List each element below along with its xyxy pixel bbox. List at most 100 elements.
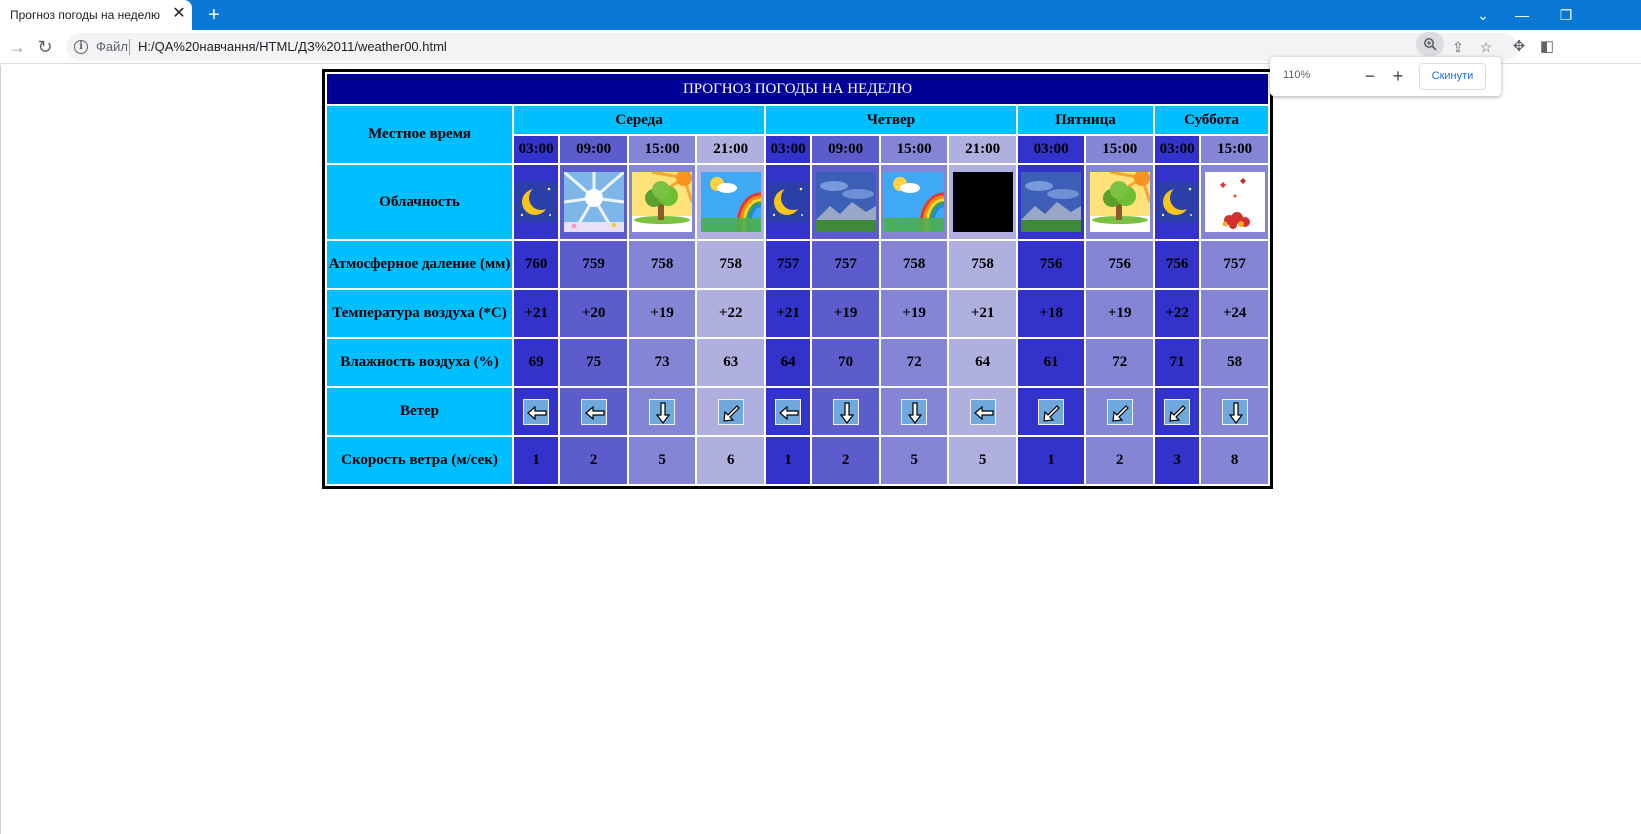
rainbow-icon [884, 172, 945, 232]
wind-speed-cell: 2 [560, 437, 627, 484]
time-cell: 15:00 [1086, 136, 1153, 163]
zoom-reset-button[interactable]: Скинути [1419, 63, 1486, 90]
tab-close-icon[interactable]: ✕ [170, 5, 188, 23]
table-caption: ПРОГНОЗ ПОГОДЫ НА НЕДЕЛЮ [327, 74, 1268, 104]
temperature-cell: +21 [514, 290, 559, 337]
zoom-popup: 110% − + Скинути [1270, 57, 1501, 96]
time-cell: 03:00 [514, 136, 559, 163]
moon-icon [1157, 182, 1198, 222]
time-cell: 03:00 [1017, 136, 1085, 163]
humidity-cell: 63 [697, 339, 764, 386]
wind-speed-cell: 2 [812, 437, 879, 484]
mountain-sky-icon [815, 172, 876, 232]
arrow-down-left-icon [717, 398, 744, 425]
side-panel-icon[interactable]: ◧ [1535, 36, 1559, 58]
time-cell: 15:00 [880, 136, 948, 163]
temperature-cell: +21 [765, 290, 811, 337]
row-label-temperature: Температура воздуха (*C) [327, 290, 512, 337]
wind-cell [880, 388, 948, 435]
row-label-wind: Ветер [327, 388, 512, 435]
temperature-cell: +22 [1154, 290, 1200, 337]
pressure-cell: 757 [812, 241, 879, 288]
time-cell: 09:00 [560, 136, 627, 163]
time-cell: 21:00 [697, 136, 764, 163]
humidity-cell: 70 [812, 339, 879, 386]
humidity-cell: 61 [1017, 339, 1085, 386]
day-header: Четвер [765, 106, 1016, 134]
minimize-icon[interactable]: — [1510, 4, 1534, 26]
time-cell: 03:00 [1154, 136, 1200, 163]
share-icon[interactable]: ⇪ [1447, 37, 1469, 57]
wind-cell [1086, 388, 1153, 435]
tab-search-icon[interactable]: ⌄ [1471, 4, 1495, 26]
mountain-sky-icon [1021, 172, 1082, 232]
zoom-icon[interactable] [1416, 32, 1444, 56]
cloud-cell [765, 165, 811, 239]
humidity-cell: 58 [1201, 339, 1268, 386]
sunburst-icon [563, 172, 624, 232]
bookmark-star-icon[interactable]: ☆ [1475, 37, 1497, 57]
temperature-cell: +22 [697, 290, 764, 337]
file-label: Файл [96, 39, 128, 54]
weather-table: ПРОГНОЗ ПОГОДЫ НА НЕДЕЛЮ Местное время С… [322, 69, 1273, 489]
temperature-cell: +18 [1017, 290, 1085, 337]
forward-icon[interactable]: → [5, 36, 29, 58]
humidity-cell: 72 [880, 339, 948, 386]
moon-icon [768, 182, 809, 222]
arrow-left-icon [523, 398, 550, 425]
wind-speed-cell: 5 [628, 437, 696, 484]
wind-speed-cell: 5 [949, 437, 1016, 484]
arrow-down-icon [901, 398, 928, 425]
time-cell: 15:00 [628, 136, 696, 163]
cloud-cell [697, 165, 764, 239]
temperature-cell: +19 [1086, 290, 1153, 337]
tab-title: Прогноз погоды на неделю [10, 8, 160, 22]
wind-speed-cell: 3 [1154, 437, 1200, 484]
cloud-cell [1154, 165, 1200, 239]
day-header: Середа [514, 106, 764, 134]
time-cell: 03:00 [765, 136, 811, 163]
cloud-cell [1086, 165, 1153, 239]
separator [129, 39, 130, 55]
browser-tab[interactable]: Прогноз погоды на неделю ✕ [0, 0, 192, 30]
cloud-cell [949, 165, 1016, 239]
wind-speed-cell: 2 [1086, 437, 1153, 484]
humidity-cell: 73 [628, 339, 696, 386]
wind-speed-cell: 6 [697, 437, 764, 484]
dark-night-icon [952, 172, 1013, 232]
pressure-cell: 758 [628, 241, 696, 288]
restore-icon[interactable]: ❐ [1554, 4, 1578, 26]
wind-speed-cell: 1 [514, 437, 559, 484]
page-content: ПРОГНОЗ ПОГОДЫ НА НЕДЕЛЮ Местное время С… [0, 65, 1641, 834]
time-cell: 09:00 [812, 136, 879, 163]
cloud-cell [1017, 165, 1085, 239]
cloud-cell [628, 165, 696, 239]
wind-cell [628, 388, 696, 435]
pressure-cell: 760 [514, 241, 559, 288]
new-tab-button[interactable]: + [203, 4, 225, 26]
url-text[interactable]: H:/QA%20навчання/HTML/ДЗ%2011/weather00.… [138, 39, 447, 54]
humidity-cell: 75 [560, 339, 627, 386]
info-icon[interactable]: i [74, 40, 88, 54]
rainbow-icon [700, 172, 761, 232]
arrow-left-icon [969, 398, 996, 425]
arrow-down-icon [1221, 398, 1248, 425]
pressure-cell: 759 [560, 241, 627, 288]
time-cell: 21:00 [949, 136, 1016, 163]
moon-icon [516, 182, 557, 222]
extensions-icon[interactable]: ✥ [1507, 36, 1531, 58]
arrow-down-left-icon [1164, 398, 1191, 425]
cloud-cell [880, 165, 948, 239]
wind-speed-cell: 1 [765, 437, 811, 484]
sunny-tree-icon [632, 172, 693, 232]
reload-icon[interactable]: ↻ [33, 36, 57, 58]
zoom-out-button[interactable]: − [1359, 65, 1381, 87]
row-label-cloud: Облачность [327, 165, 512, 239]
zoom-in-button[interactable]: + [1387, 65, 1409, 87]
row-label-pressure: Атмосферное даление (мм) [327, 241, 512, 288]
pressure-cell: 758 [697, 241, 764, 288]
row-label-humidity: Влажность воздуха (%) [327, 339, 512, 386]
arrow-left-icon [775, 398, 802, 425]
pressure-cell: 757 [1201, 241, 1268, 288]
day-header: Суббота [1154, 106, 1268, 134]
